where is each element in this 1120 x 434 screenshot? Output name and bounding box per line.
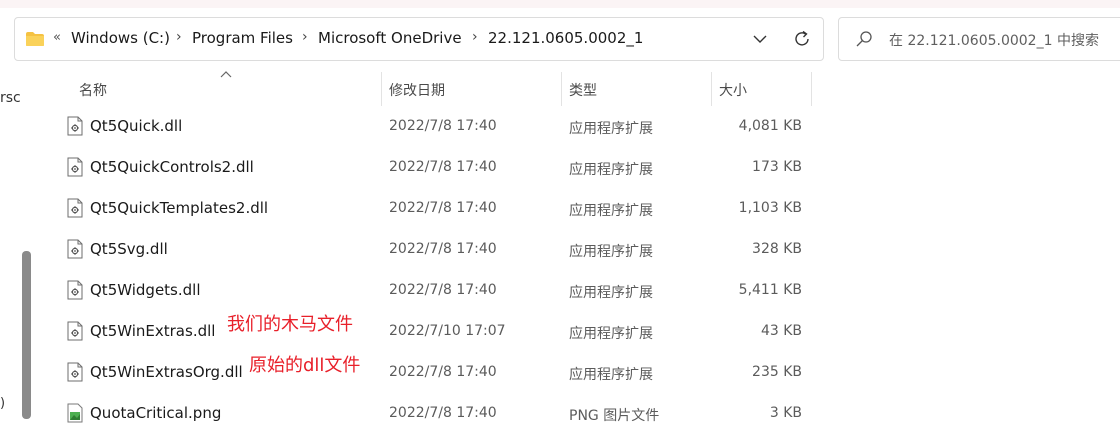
file-modified-date: 2022/7/8 17:40 bbox=[389, 282, 497, 298]
breadcrumb-separator[interactable]: › bbox=[176, 29, 182, 45]
breadcrumb-separator[interactable]: › bbox=[472, 29, 478, 45]
file-name[interactable]: Qt5WinExtrasOrg.dll bbox=[90, 363, 243, 381]
file-type: PNG 图片文件 bbox=[569, 408, 660, 424]
file-size: 43 KB bbox=[760, 323, 802, 339]
file-type: 应用程序扩展 bbox=[569, 203, 653, 219]
column-header-name[interactable]: 名称 bbox=[79, 80, 107, 100]
file-type: 应用程序扩展 bbox=[569, 367, 653, 383]
column-header-size[interactable]: 大小 bbox=[719, 80, 747, 100]
file-modified-date: 2022/7/8 17:40 bbox=[389, 200, 497, 216]
file-row[interactable]: Qt5QuickControls2.dll 2022/7/8 17:40 应用程序扩… bbox=[0, 147, 1120, 188]
file-size: 1,103 KB bbox=[738, 200, 802, 216]
file-modified-date: 2022/7/8 17:40 bbox=[389, 159, 497, 175]
dll-file-icon bbox=[67, 362, 83, 382]
breadcrumb-windows-c[interactable]: Windows (C:) bbox=[71, 29, 170, 47]
column-divider[interactable] bbox=[711, 72, 712, 106]
file-name[interactable]: Qt5WinExtras.dll bbox=[90, 322, 215, 340]
file-name[interactable]: Qt5Quick.dll bbox=[90, 117, 182, 135]
file-modified-date: 2022/7/8 17:40 bbox=[389, 118, 497, 134]
file-row[interactable]: Qt5Svg.dll 2022/7/8 17:40 应用程序扩展 328 KB bbox=[0, 229, 1120, 270]
file-row[interactable]: Qt5Quick.dll 2022/7/8 17:40 应用程序扩展 4,081 KB bbox=[0, 106, 1120, 147]
search-input[interactable]: 在 22.121.0605.0002_1 中搜索 bbox=[838, 17, 1120, 61]
file-row[interactable]: Qt5QuickTemplates2.dll 2022/7/8 17:40 应用程序… bbox=[0, 188, 1120, 229]
file-row[interactable]: Qt5WinExtras.dll 2022/7/10 17:07 应用程序扩展 43 … bbox=[0, 311, 1120, 352]
file-size: 328 KB bbox=[752, 241, 802, 257]
file-row[interactable]: Qt5Widgets.dll 2022/7/8 17:40 应用程序扩展 5,411 … bbox=[0, 270, 1120, 311]
dll-file-icon bbox=[67, 198, 83, 218]
breadcrumb-overflow-button[interactable]: « bbox=[53, 30, 61, 45]
search-placeholder: 在 22.121.0605.0002_1 中搜索 bbox=[889, 33, 1099, 49]
file-row[interactable]: QuotaCritical.png 2022/7/8 17:40 PNG 图片文件 3… bbox=[0, 393, 1120, 434]
file-name[interactable]: Qt5QuickTemplates2.dll bbox=[90, 199, 268, 217]
dll-file-icon bbox=[67, 239, 83, 259]
title-bar-strip bbox=[0, 0, 1120, 8]
sort-ascending-icon bbox=[220, 71, 232, 78]
file-type: 应用程序扩展 bbox=[569, 326, 653, 342]
annotation-original-dll: 原始的dll文件 bbox=[249, 355, 361, 376]
chevron-down-icon[interactable] bbox=[749, 28, 771, 50]
annotation-trojan-file: 我们的木马文件 bbox=[227, 314, 353, 335]
file-modified-date: 2022/7/10 17:07 bbox=[389, 323, 506, 339]
file-name[interactable]: QuotaCritical.png bbox=[90, 404, 221, 422]
column-divider[interactable] bbox=[561, 72, 562, 106]
file-name[interactable]: Qt5Svg.dll bbox=[90, 240, 168, 258]
file-type: 应用程序扩展 bbox=[569, 121, 653, 137]
dll-file-icon bbox=[67, 321, 83, 341]
file-name[interactable]: Qt5Widgets.dll bbox=[90, 281, 201, 299]
file-modified-date: 2022/7/8 17:40 bbox=[389, 241, 497, 257]
file-name[interactable]: Qt5QuickControls2.dll bbox=[90, 158, 254, 176]
dll-file-icon bbox=[67, 157, 83, 177]
breadcrumb-separator[interactable]: › bbox=[302, 29, 308, 45]
column-divider[interactable] bbox=[811, 72, 812, 106]
breadcrumb-current-folder[interactable]: 22.121.0605.0002_1 bbox=[488, 29, 643, 47]
dll-file-icon bbox=[67, 280, 83, 300]
file-type: 应用程序扩展 bbox=[569, 244, 653, 260]
png-file-icon bbox=[67, 403, 83, 423]
file-size: 235 KB bbox=[752, 364, 802, 380]
file-type: 应用程序扩展 bbox=[569, 285, 653, 301]
address-bar[interactable]: « Windows (C:) › Program Files › Microso… bbox=[14, 17, 824, 61]
file-size: 5,411 KB bbox=[738, 282, 802, 298]
refresh-icon[interactable] bbox=[791, 28, 813, 50]
dll-file-icon bbox=[67, 116, 83, 136]
file-modified-date: 2022/7/8 17:40 bbox=[389, 364, 497, 380]
column-header-type[interactable]: 类型 bbox=[569, 80, 597, 100]
file-size: 4,081 KB bbox=[738, 118, 802, 134]
breadcrumb-program-files[interactable]: Program Files bbox=[192, 29, 293, 47]
column-header-date[interactable]: 修改日期 bbox=[389, 80, 445, 100]
file-row[interactable]: Qt5WinExtrasOrg.dll 2022/7/8 17:40 应用程序扩展 2… bbox=[0, 352, 1120, 393]
file-size: 173 KB bbox=[752, 159, 802, 175]
search-icon bbox=[856, 31, 872, 47]
column-header-row: 名称 修改日期 类型 大小 bbox=[0, 70, 1120, 106]
folder-icon bbox=[26, 32, 44, 46]
column-divider[interactable] bbox=[381, 72, 382, 106]
breadcrumb-microsoft-onedrive[interactable]: Microsoft OneDrive bbox=[318, 29, 462, 47]
file-type: 应用程序扩展 bbox=[569, 162, 653, 178]
